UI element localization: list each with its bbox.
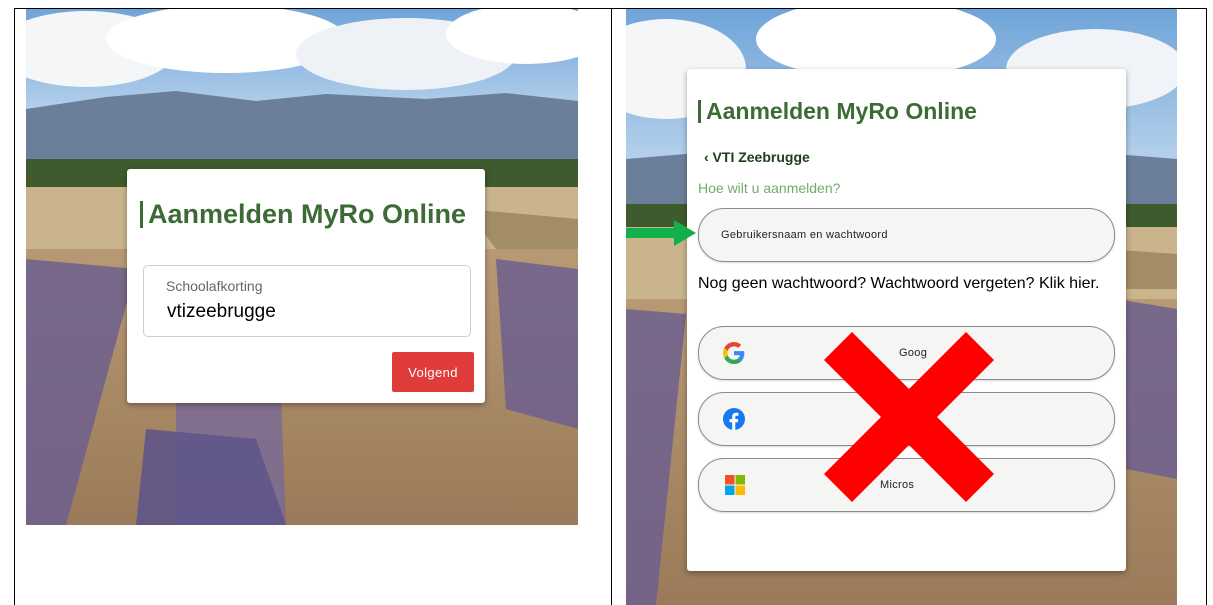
login-method-question: Hoe wilt u aanmelden? [698, 180, 841, 196]
back-link-school[interactable]: ‹ VTI Zeebrugge [704, 149, 810, 165]
microsoft-label: Micros [880, 479, 915, 491]
google-icon [723, 342, 745, 364]
frame-middle [611, 8, 612, 605]
page-title: Aanmelden MyRo Online [698, 100, 977, 123]
google-login-button[interactable]: Goog [698, 326, 1115, 380]
page-title: Aanmelden MyRo Online [140, 201, 466, 228]
login-method-card: Aanmelden MyRo Online ‹ VTI Zeebrugge Ho… [687, 69, 1126, 571]
microsoft-login-button[interactable]: Micros [698, 458, 1115, 512]
username-password-button[interactable]: Gebruikersnaam en wachtwoord [698, 208, 1115, 262]
school-code-field[interactable]: Schoolafkorting [143, 265, 471, 337]
frame-left [14, 8, 15, 605]
left-screenshot: Aanmelden MyRo Online Schoolafkorting Vo… [26, 9, 578, 525]
school-code-label: Schoolafkorting [166, 278, 263, 294]
school-code-input[interactable] [167, 301, 447, 323]
next-button[interactable]: Volgend [392, 352, 474, 392]
frame-right [1206, 8, 1207, 605]
facebook-icon [723, 408, 745, 430]
username-password-label: Gebruikersnaam en wachtwoord [721, 229, 888, 241]
login-card: Aanmelden MyRo Online Schoolafkorting Vo… [127, 169, 485, 403]
facebook-login-button[interactable] [698, 392, 1115, 446]
microsoft-icon [725, 475, 745, 495]
right-screenshot: Aanmelden MyRo Online ‹ VTI Zeebrugge Ho… [626, 9, 1177, 605]
google-label: Goog [899, 347, 928, 359]
password-help-link[interactable]: Nog geen wachtwoord? Wachtwoord vergeten… [698, 275, 1118, 293]
